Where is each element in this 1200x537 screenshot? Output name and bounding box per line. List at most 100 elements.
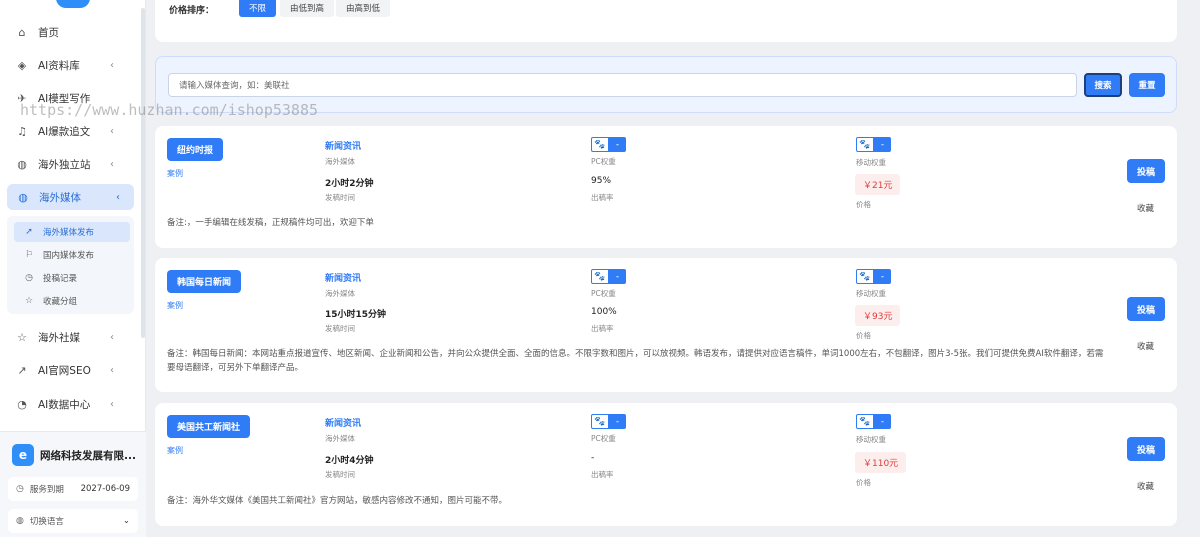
publish-time-label: 发稿时间: [325, 470, 355, 479]
publish-rate-label: 出稿率: [591, 193, 614, 202]
case-link[interactable]: 案例: [167, 445, 183, 456]
company-logo: e: [12, 444, 34, 466]
price-tag: ￥21元: [855, 174, 901, 195]
nav-item-ai-data[interactable]: ◔ AI数据中心 ‹: [0, 391, 140, 417]
publish-time: 2小时2分钟: [325, 179, 374, 189]
sub-item-post-records[interactable]: ◷ 投稿记录: [14, 268, 130, 288]
publish-rate: 100%: [591, 307, 617, 317]
reset-button[interactable]: 重置: [1129, 73, 1165, 97]
nav-label: AI官网SEO: [38, 364, 91, 377]
price-tag: ￥93元: [855, 305, 901, 326]
publish-rate-label: 出稿率: [591, 470, 614, 479]
nav-item-ai-writing[interactable]: ✈ AI模型写作: [0, 85, 140, 111]
home-icon: ⌂: [18, 25, 26, 39]
layers-icon: ◈: [17, 58, 27, 72]
mobile-weight-value: -: [874, 137, 891, 152]
sort-option-low-high[interactable]: 由低到高: [280, 0, 335, 17]
post-button[interactable]: 投稿: [1127, 159, 1165, 183]
price-tag: ￥110元: [855, 452, 907, 473]
sort-option-high-low[interactable]: 由高到低: [336, 0, 391, 17]
mobile-weight-label: 移动权重: [856, 158, 886, 167]
chevron-left-icon: ‹: [110, 331, 114, 343]
pc-weight-label: PC权重: [591, 289, 616, 298]
chevron-left-icon: ‹: [110, 59, 114, 71]
media-note: 备注:，一手编辑在线发稿，正规稿件均可出，欢迎下单: [167, 218, 374, 228]
pc-weight-badge: 🐾 -: [591, 137, 626, 152]
media-category: 新闻资讯: [325, 142, 362, 152]
post-button[interactable]: 投稿: [1127, 297, 1165, 321]
chart-icon: ↗: [17, 363, 27, 377]
send-icon: ➚: [25, 227, 33, 237]
favorite-button[interactable]: 收藏: [1137, 480, 1154, 492]
media-name[interactable]: 纽约时报: [167, 138, 224, 161]
flag-icon: ⚐: [24, 250, 34, 260]
mobile-weight-value: -: [874, 269, 891, 284]
search-input[interactable]: 请输入媒体查询，如：美联社: [168, 73, 1077, 97]
search-card: 请输入媒体查询，如：美联社 搜索 重置: [155, 56, 1177, 113]
sub-label: 国内媒体发布: [43, 251, 95, 261]
media-category: 新闻资讯: [325, 274, 362, 284]
favorite-button[interactable]: 收藏: [1137, 202, 1154, 214]
nav-item-overseas-media[interactable]: ◍ 海外媒体 ‹: [7, 184, 134, 210]
chevron-down-icon: ‹: [116, 191, 120, 203]
pc-weight-value: -: [609, 137, 626, 152]
publish-time-label: 发稿时间: [325, 193, 355, 202]
chevron-left-icon: ‹: [110, 398, 114, 410]
publish-rate: 95%: [591, 176, 612, 186]
sidebar-scrollbar[interactable]: [141, 8, 145, 338]
app-logo: [56, 0, 90, 8]
case-link[interactable]: 案例: [167, 300, 183, 311]
chevron-left-icon: ‹: [110, 125, 114, 137]
sub-item-domestic-publish[interactable]: ⚐ 国内媒体发布: [14, 245, 130, 265]
media-name[interactable]: 韩国每日新闻: [167, 270, 242, 293]
publish-rate: -: [591, 453, 595, 463]
media-card: 纽约时报 案例 新闻资讯 海外媒体 2小时2分钟 发稿时间 🐾 - PC权重 9…: [155, 126, 1177, 248]
post-button[interactable]: 投稿: [1127, 437, 1165, 461]
nav-label: AI资料库: [38, 59, 80, 72]
pc-weight-badge: 🐾 -: [591, 414, 626, 429]
submenu-overseas-media: ➚ 海外媒体发布 ⚐ 国内媒体发布 ◷ 投稿记录 ☆ 收藏分组: [7, 216, 134, 314]
search-button[interactable]: 搜索: [1084, 73, 1122, 97]
nav-label: 海外独立站: [38, 158, 91, 171]
media-name[interactable]: 美国共工新闻社: [167, 415, 251, 438]
nav-item-overseas-site[interactable]: ◍ 海外独立站 ‹: [0, 151, 140, 177]
pc-weight-label: PC权重: [591, 157, 616, 166]
nav-item-ai-seo[interactable]: ↗ AI官网SEO ‹: [0, 357, 140, 383]
sub-item-overseas-publish[interactable]: ➚ 海外媒体发布: [14, 222, 130, 242]
publish-time: 15小时15分钟: [325, 310, 387, 320]
sub-item-favorite-groups[interactable]: ☆ 收藏分组: [14, 291, 130, 311]
clock-icon: ◷: [25, 273, 33, 283]
sidebar: ⌂ 首页 ◈ AI资料库 ‹ ✈ AI模型写作 ♫ AI爆款追文 ‹ ◍ 海外独…: [0, 0, 146, 537]
price-label: 价格: [856, 478, 871, 487]
service-expiry: ◷ 服务到期 2027-06-09: [8, 477, 138, 501]
clock-icon: ◷: [16, 484, 24, 494]
sub-label: 海外媒体发布: [43, 228, 95, 238]
mobile-weight-badge: 🐾 -: [856, 269, 891, 284]
media-note: 备注：韩国每日新闻：本网站重点报道宣传、地区新闻、企业新闻和公告，并向公众提供全…: [167, 349, 1104, 373]
sub-label: 投稿记录: [43, 274, 78, 284]
pie-icon: ◔: [17, 397, 27, 411]
case-link[interactable]: 案例: [167, 168, 183, 179]
language-switcher[interactable]: ◍ 切换语言 ⌄: [8, 509, 138, 533]
nav-item-overseas-social[interactable]: ☆ 海外社媒 ‹: [0, 324, 140, 350]
chevron-down-icon: ⌄: [122, 516, 130, 526]
pc-weight-value: -: [609, 269, 626, 284]
nav-label: AI数据中心: [38, 398, 91, 411]
nav-label: AI模型写作: [38, 92, 91, 105]
publish-time: 2小时4分钟: [325, 456, 374, 466]
media-type: 海外媒体: [325, 289, 355, 298]
media-note: 备注：海外华文媒体《美国共工新闻社》官方网站，敏感内容修改不通知，图片可能不带。: [167, 496, 508, 506]
chevron-left-icon: ‹: [110, 364, 114, 376]
pc-weight-value: -: [609, 414, 626, 429]
nav-item-ai-library[interactable]: ◈ AI资料库 ‹: [0, 52, 140, 78]
nav-item-ai-viral[interactable]: ♫ AI爆款追文 ‹: [0, 118, 140, 144]
nav-label: AI爆款追文: [38, 125, 91, 138]
rocket-icon: ✈: [17, 91, 27, 105]
nav-label: 海外社媒: [38, 331, 80, 344]
nav-item-home[interactable]: ⌂ 首页: [0, 19, 140, 45]
pc-weight-badge: 🐾 -: [591, 269, 626, 284]
sub-label: 收藏分组: [43, 297, 78, 307]
sort-option-any[interactable]: 不限: [239, 0, 277, 17]
favorite-button[interactable]: 收藏: [1137, 340, 1154, 352]
company-name[interactable]: 网络科技发展有限...: [40, 448, 136, 463]
